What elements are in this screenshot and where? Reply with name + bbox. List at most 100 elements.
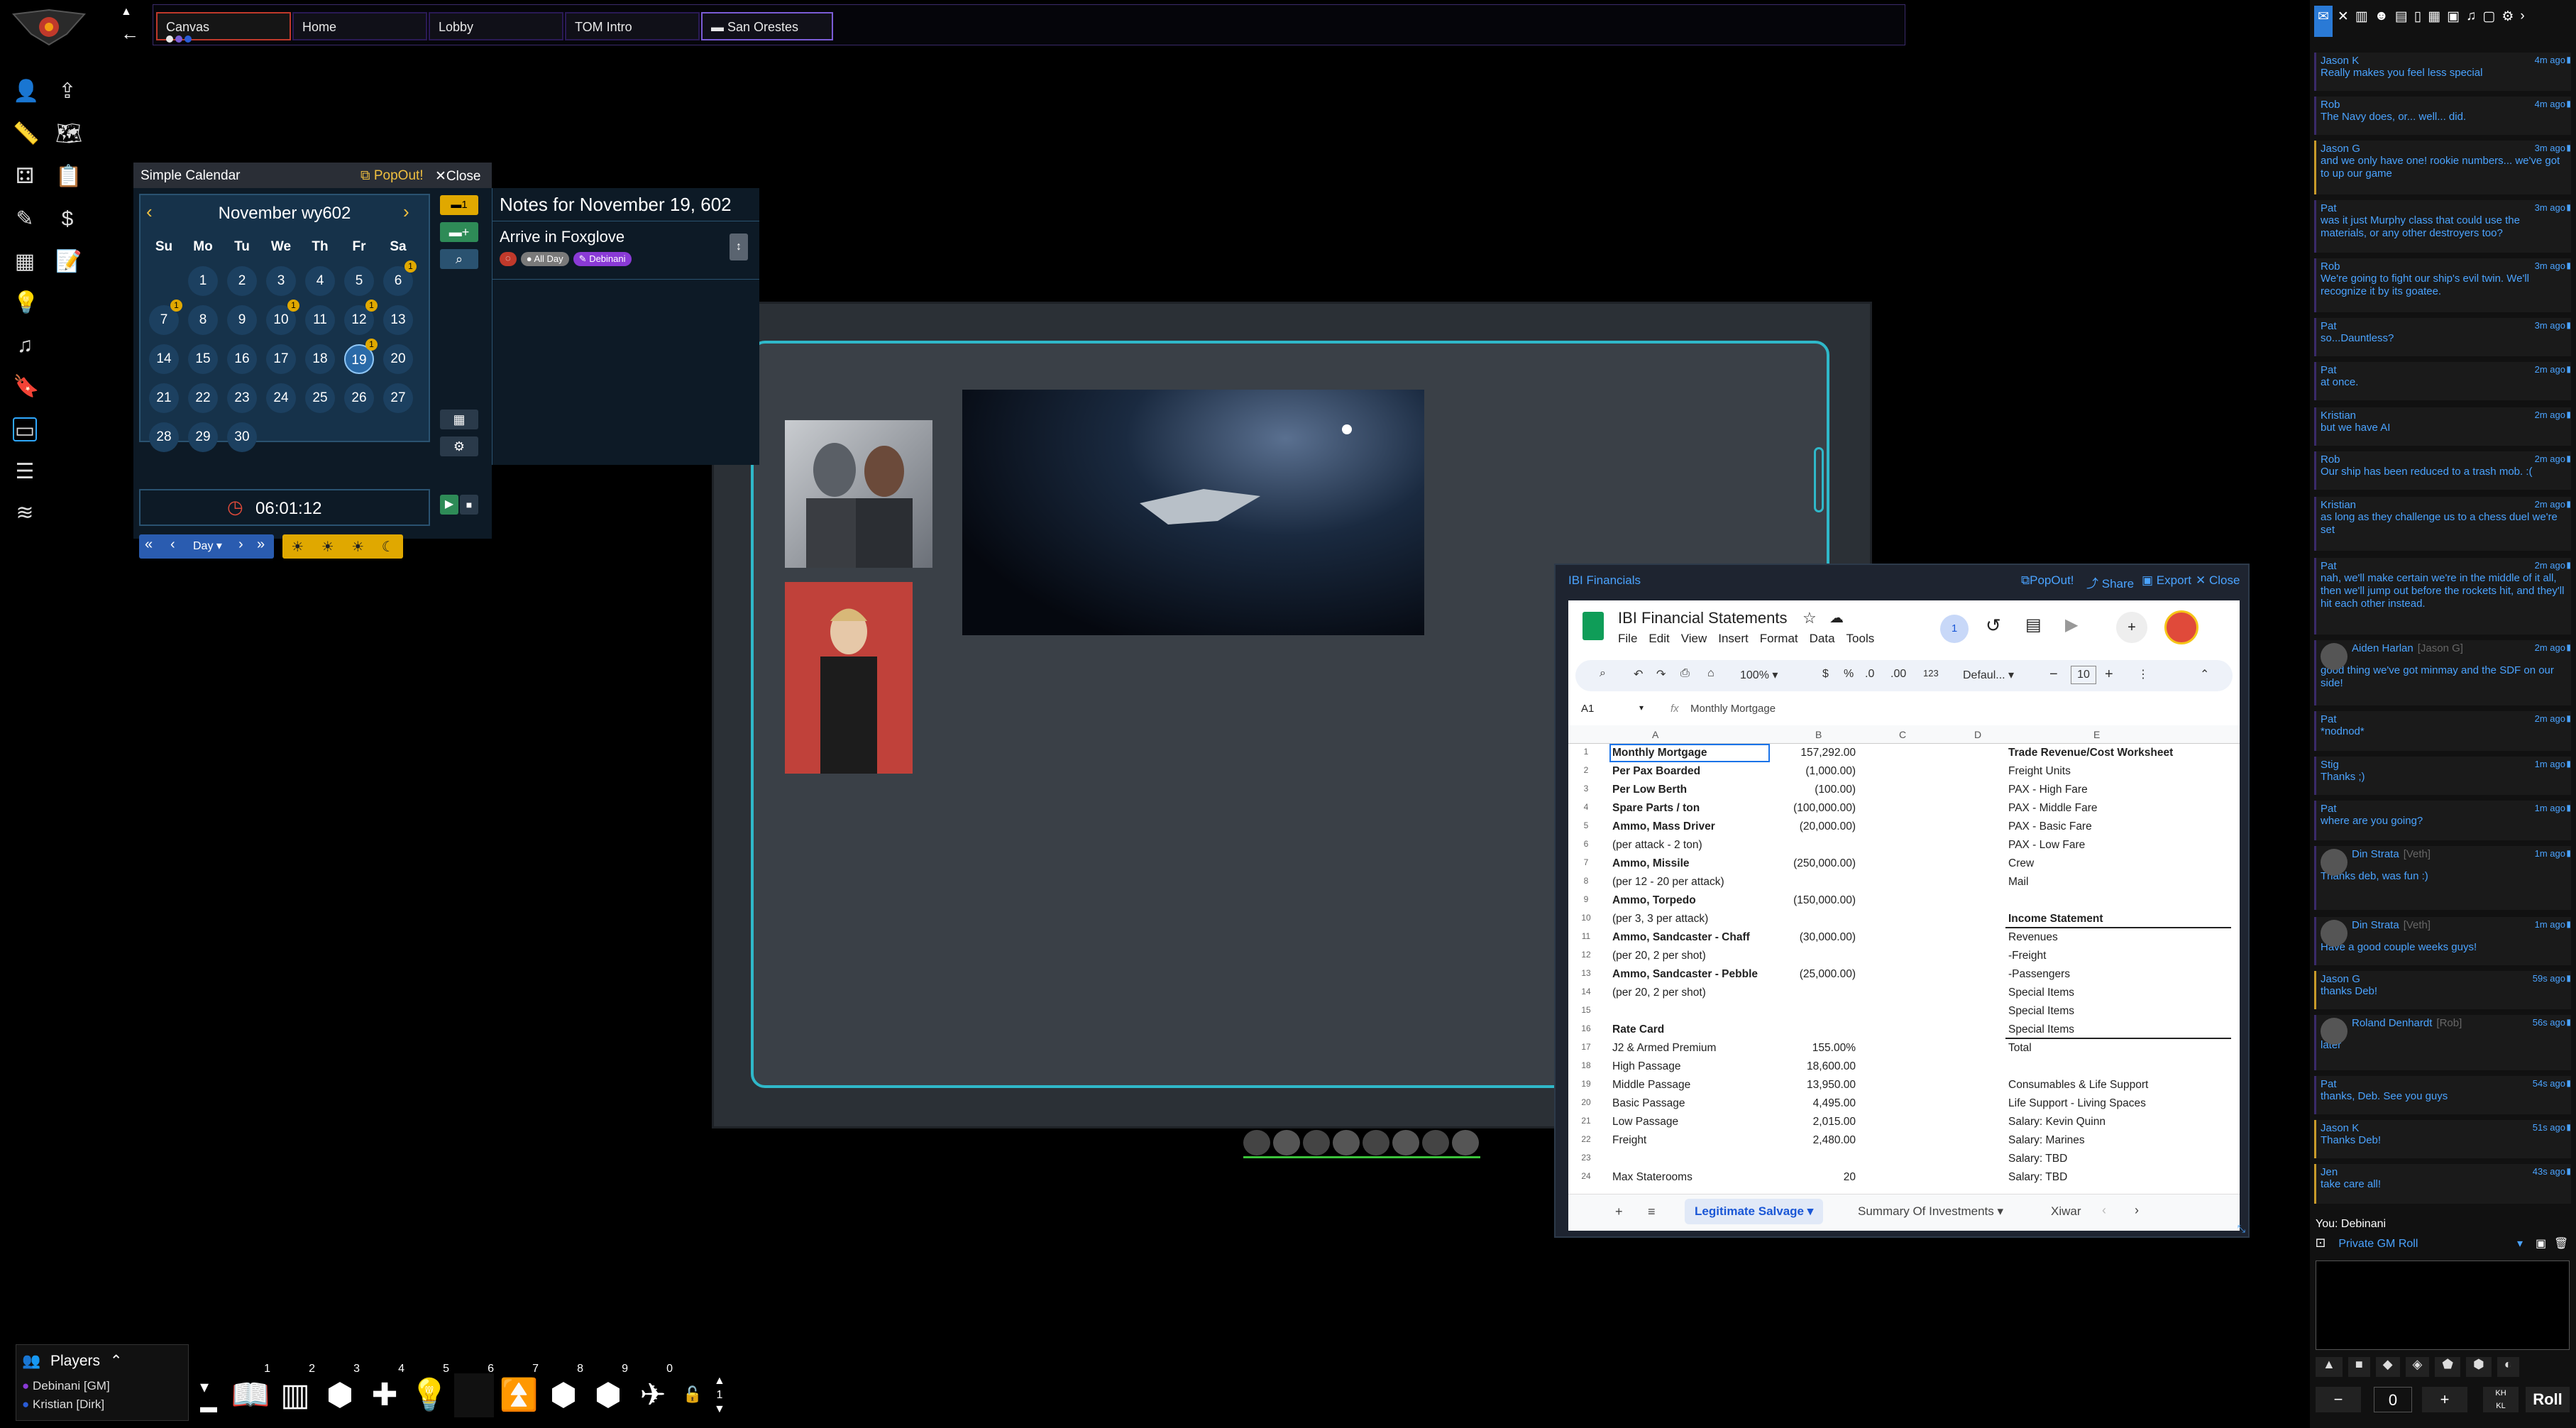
calendar-day[interactable]: 27 — [383, 383, 413, 413]
settings-button[interactable]: ⚙ — [440, 436, 478, 456]
macro-slot-5[interactable]: 💡 5 — [409, 1363, 449, 1417]
lock-icon[interactable]: 🔓 — [683, 1385, 702, 1404]
chat-message[interactable]: Rob Our ship has been reduced to a trash … — [2314, 451, 2571, 490]
clipboard-icon[interactable]: 📋 — [55, 165, 82, 189]
col-header[interactable]: D — [1974, 729, 1981, 740]
macro-slot-4[interactable]: ✚ 4 — [365, 1363, 404, 1417]
macro-slot-8[interactable]: ⬢ 8 — [544, 1363, 583, 1417]
chat-message[interactable]: Pat was it just Murphy class that could u… — [2314, 200, 2571, 253]
play-button[interactable]: ▶ — [440, 495, 458, 515]
d8-icon[interactable]: ◆ — [2375, 1357, 2400, 1377]
cell-e[interactable]: Salary: TBD — [2008, 1171, 2067, 1184]
search-icon[interactable]: ⌕ — [1600, 667, 1606, 680]
zoom-select[interactable]: 100% ▾ — [1740, 668, 1778, 682]
cell-b[interactable]: 20 — [1774, 1171, 1856, 1184]
chat-message[interactable]: Pat at once. 2m ago ▮ — [2314, 362, 2571, 400]
paint-format-icon[interactable]: ⌂ — [1707, 667, 1714, 680]
trash-icon[interactable]: ▮ — [2566, 642, 2571, 652]
macro-slot-1[interactable]: 📖 1 — [231, 1363, 270, 1417]
noon-icon[interactable]: ☀ — [321, 538, 334, 556]
row-number[interactable]: 1 — [1575, 747, 1597, 757]
trash-icon[interactable]: ▮ — [2566, 1166, 2571, 1176]
cell-b[interactable]: 13,950.00 — [1774, 1079, 1856, 1092]
calendar-day[interactable]: 13 — [383, 305, 413, 335]
players-header[interactable]: 👥 Players ⌃ — [22, 1352, 122, 1370]
cell-e[interactable]: -Freight — [2008, 950, 2046, 962]
cell-e[interactable]: -Passengers — [2008, 968, 2070, 981]
roll-button[interactable]: Roll — [2526, 1387, 2570, 1412]
scene-tab-canvas[interactable]: Canvas — [156, 12, 291, 43]
cell-a[interactable]: (per 12 - 20 per attack) — [1612, 876, 1724, 889]
cell-a[interactable]: Ammo, Sandcaster - Chaff — [1612, 931, 1750, 944]
cell-a[interactable]: Per Pax Boarded — [1612, 765, 1700, 778]
dollar-icon[interactable]: $ — [55, 207, 79, 231]
doc-title[interactable]: IBI Financial Statements — [1618, 609, 1787, 627]
close-button[interactable]: ✕Close — [435, 168, 481, 185]
font-size-decrease[interactable]: − — [2049, 666, 2058, 683]
chat-message[interactable]: Stig Thanks ;) 1m ago ▮ — [2314, 757, 2571, 795]
chat-message[interactable]: Pat nah, we'll make certain we're in the … — [2314, 558, 2571, 635]
space-ship-image[interactable] — [962, 390, 1424, 635]
row-number[interactable]: 21 — [1575, 1116, 1597, 1126]
macro-slot-2[interactable]: ▥ 2 — [275, 1363, 315, 1417]
search-button[interactable]: ⌕ — [440, 249, 478, 269]
menu-item[interactable]: Edit — [1648, 632, 1669, 646]
calendar-day[interactable]: 28 — [149, 422, 179, 452]
font-size-increase[interactable]: + — [2105, 666, 2113, 683]
cell-e[interactable]: Special Items — [2008, 987, 2074, 999]
cell-a[interactable]: Ammo, Sandcaster - Pebble — [1612, 968, 1758, 981]
calendar-day[interactable]: 17 — [266, 344, 296, 374]
decimal-increase-icon[interactable]: .00 — [1890, 668, 1906, 681]
macro-slot-7[interactable]: ⏫ 7 — [499, 1363, 539, 1417]
cell-b[interactable]: 157,292.00 — [1774, 747, 1856, 759]
settings-tab-icon[interactable]: ⚙ — [2500, 6, 2515, 37]
portrait-androids[interactable] — [785, 420, 932, 568]
cell-a[interactable]: Ammo, Mass Driver — [1612, 820, 1715, 833]
chat-message[interactable]: Kristian as long as they challenge us to … — [2314, 497, 2571, 551]
cell-b[interactable]: 155.00% — [1774, 1042, 1856, 1055]
window-icon[interactable]: ▭ — [13, 417, 37, 442]
add-note-button[interactable]: ▬+ — [440, 222, 478, 242]
row-number[interactable]: 17 — [1575, 1042, 1597, 1052]
collapse-sidebar-icon[interactable]: › — [2519, 6, 2526, 37]
upload-icon[interactable]: ⇪ — [55, 79, 79, 104]
cell-e[interactable]: PAX - Middle Fare — [2008, 802, 2097, 815]
back-arrow-icon[interactable]: ← — [121, 23, 139, 45]
row-number[interactable]: 22 — [1575, 1134, 1597, 1144]
trash-icon[interactable]: ▮ — [2566, 973, 2571, 983]
journal-tab-icon[interactable]: ▯ — [2413, 6, 2423, 37]
cell-e[interactable]: PAX - Low Fare — [2008, 839, 2085, 852]
col-header[interactable]: C — [1899, 729, 1906, 740]
cell-a[interactable]: Middle Passage — [1612, 1079, 1690, 1092]
row-number[interactable]: 19 — [1575, 1079, 1597, 1089]
d20-icon[interactable]: ⬢ — [2466, 1357, 2492, 1377]
cell-a[interactable]: Ammo, Missile — [1612, 857, 1690, 870]
hotbar-page-control[interactable]: ▲ 1 ▼ — [714, 1374, 725, 1417]
calendar-day[interactable]: 1 — [188, 266, 218, 296]
trash-icon[interactable]: ▮ — [2566, 364, 2571, 374]
row-number[interactable]: 8 — [1575, 876, 1597, 886]
chat-message[interactable]: Din Strata [Veth] Have a good couple weeks… — [2314, 917, 2571, 965]
increment-button[interactable]: + — [2422, 1387, 2467, 1412]
row-number[interactable]: 15 — [1575, 1005, 1597, 1015]
col-header[interactable]: B — [1815, 729, 1822, 740]
calendar-day[interactable]: 30 — [227, 422, 257, 452]
sunrise-icon[interactable]: ☀ — [291, 538, 304, 556]
cell-e[interactable]: Consumables & Life Support — [2008, 1079, 2148, 1092]
compendium-tab-icon[interactable]: ▢ — [2481, 6, 2497, 37]
name-box-dropdown-icon[interactable]: ▾ — [1639, 703, 1644, 713]
redo-icon[interactable]: ↷ — [1656, 667, 1666, 681]
avatar[interactable] — [2164, 610, 2198, 644]
macro-directory-icon[interactable]: ▾ ▬ — [200, 1377, 217, 1417]
meet-icon[interactable]: ▶ — [2065, 615, 2078, 635]
chat-message[interactable]: Kristian but we have AI 2m ago ▮ — [2314, 407, 2571, 446]
save-icon[interactable]: ▣ — [2536, 1236, 2546, 1251]
calendar-day[interactable]: 9 — [227, 305, 257, 335]
trash-icon[interactable]: ▮ — [2566, 803, 2571, 813]
cell-e[interactable]: Special Items — [2008, 1023, 2074, 1036]
trash-icon[interactable]: ▮ — [2566, 1078, 2571, 1088]
chat-message[interactable]: Jason Gand we only have one! rookie numb… — [2314, 141, 2571, 194]
cell-e[interactable]: Total — [2008, 1042, 2032, 1055]
popout-button[interactable]: ⧉PopOut! — [2021, 573, 2074, 588]
cell-e[interactable]: Special Items — [2008, 1005, 2074, 1018]
